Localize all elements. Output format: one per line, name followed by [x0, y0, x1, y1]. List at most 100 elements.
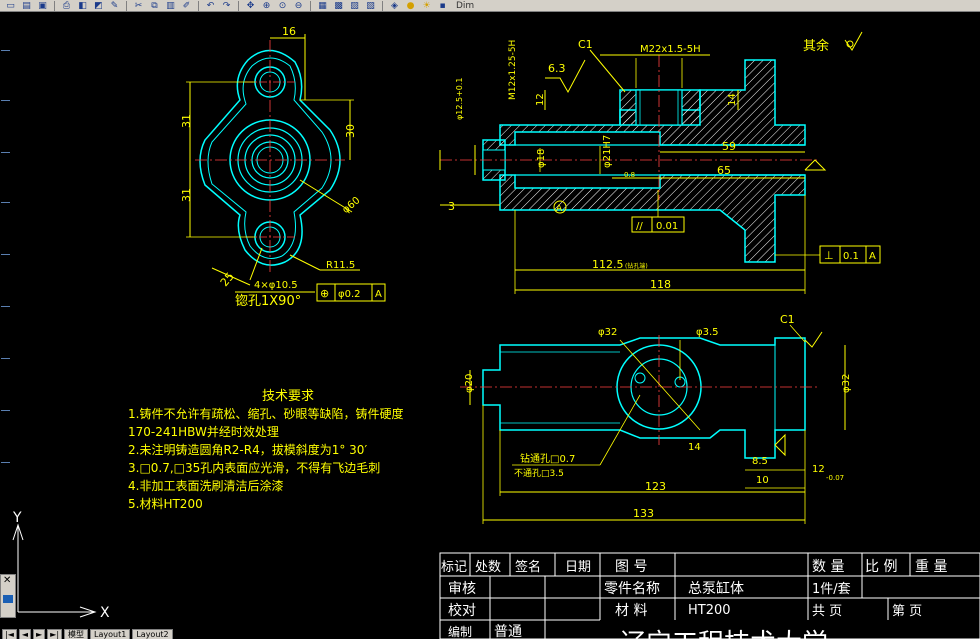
small-hole-2: [634, 372, 646, 384]
dim-123: 123: [645, 480, 666, 493]
open-icon[interactable]: ▤: [20, 1, 33, 11]
dim-holes: 4×φ10.5: [254, 280, 298, 291]
dim-8-5: 8.5: [752, 456, 768, 467]
dim-r11: R11.5: [326, 260, 355, 271]
tech-line-1: 1.铸件不允许有疏松、缩孔、砂眼等缺陷，铸件硬度: [128, 406, 403, 421]
dim-phi18: φ18: [536, 149, 547, 168]
tb-shenhe: 审核: [448, 581, 476, 597]
top-view-outline: [482, 337, 806, 459]
tb-qianming: 签名: [515, 559, 541, 575]
tab-nav-next[interactable]: ►: [33, 629, 46, 639]
dim-65: 65: [717, 164, 731, 177]
roughness-6-3: 6.3: [548, 62, 566, 75]
tech-line-5: 4.非加工表面洗刷清洁后涂漆: [128, 478, 283, 493]
fcf-tolerance: φ0.2: [338, 289, 361, 300]
parallel-symbol: //: [636, 221, 643, 232]
dim-25: 25: [218, 270, 237, 289]
standard-toolbar: ▭ ▤ ▣ ⎙ ◧ ◩ ✎ ✂ ⧉ ▥ ✐ ↶ ↷ ✥ ⊕ ⊙ ⊖ ▦ ▩ ▨ …: [0, 0, 980, 12]
tab-model[interactable]: 模型: [64, 629, 89, 639]
tab-nav-prev[interactable]: ◄: [18, 629, 32, 639]
roughness-symbol: [804, 159, 827, 171]
design-center-icon[interactable]: ▩: [332, 1, 345, 11]
palette-icon[interactable]: [3, 595, 13, 603]
dim-phi32: φ32: [598, 327, 617, 338]
dim-c1: C1: [578, 38, 593, 51]
blind-note: 不通孔□3.5: [514, 468, 564, 479]
bulb-icon[interactable]: ●: [404, 1, 417, 11]
cut-icon[interactable]: ✂: [132, 1, 145, 11]
tb-part-name-label: 零件名称: [604, 581, 660, 597]
close-icon[interactable]: ✕: [3, 575, 11, 586]
tb-tuhao: 图 号: [615, 559, 647, 575]
tab-layout2[interactable]: Layout2: [132, 629, 173, 639]
dim-112-5: 112.5: [592, 258, 624, 271]
dim-phi3-5: φ3.5: [696, 327, 719, 338]
brush-icon[interactable]: ✐: [180, 1, 193, 11]
preview-icon[interactable]: ◧: [76, 1, 89, 11]
match-icon[interactable]: ✎: [108, 1, 121, 11]
parallel-tol: 0.01: [656, 221, 678, 232]
dim-m22: M22x1.5-5H: [640, 44, 701, 55]
dim-3: 3: [448, 200, 455, 213]
front-view: 16 31 31 30 φ60 R11.5 25 4×φ10.5 锪孔1X90°…: [180, 25, 386, 309]
layout-tabs: |◄ ◄ ► ►| 模型 Layout1 Layout2: [0, 629, 262, 639]
sun-icon[interactable]: ☀: [420, 1, 433, 11]
fcf-datum: A: [375, 289, 382, 300]
tech-title: 技术要求: [262, 389, 314, 404]
tech-line-3: 2.未注明铸造圆角R2-R4，拔模斜度为1° 30′: [128, 442, 367, 457]
other-roughness: 其余: [803, 38, 829, 54]
lock-icon[interactable]: ▪: [436, 1, 449, 11]
tool-palette-panel[interactable]: ✕: [0, 574, 16, 618]
tab-layout1[interactable]: Layout1: [90, 629, 131, 639]
tab-nav-last[interactable]: ►|: [47, 629, 63, 639]
tech-line-6: 5.材料HT200: [128, 497, 203, 511]
calculator-icon[interactable]: ▧: [364, 1, 377, 11]
tb-quantity: 1件/套: [812, 581, 851, 597]
print-icon[interactable]: ⎙: [60, 1, 73, 11]
zoom-realtime-icon[interactable]: ⊕: [260, 1, 273, 11]
pan-icon[interactable]: ✥: [244, 1, 257, 11]
dim-phi60: φ60: [341, 195, 363, 216]
ucs-x-label: X: [100, 605, 110, 620]
tb-chushu: 处数: [475, 560, 501, 575]
properties-icon[interactable]: ▦: [316, 1, 329, 11]
tb-riqi: 日期: [565, 560, 591, 575]
drawing-canvas[interactable]: 16 31 31 30 φ60 R11.5 25 4×φ10.5 锪孔1X90°…: [0, 12, 980, 639]
leader: [789, 324, 806, 343]
ucs-icon: Y X: [12, 510, 110, 620]
toolbar-separator: [310, 0, 311, 11]
dim-phi21: φ21H7: [602, 135, 613, 168]
dim-12-tol: -0.07: [826, 474, 844, 482]
perp-symbol: ⊥: [824, 249, 834, 262]
layer-name[interactable]: Dim: [456, 1, 474, 11]
leader: [589, 49, 626, 93]
tech-line-4: 3.□0.7,□35孔内表面应光滑，不得有飞边毛刺: [128, 460, 380, 475]
tb-bianzhi: 编制: [448, 624, 472, 639]
undo-icon[interactable]: ↶: [204, 1, 217, 11]
tb-school: 辽宁工程技术大学: [620, 629, 828, 639]
dim-14-top: 14: [688, 442, 701, 453]
toolbar-separator: [54, 0, 55, 11]
new-icon[interactable]: ▭: [4, 1, 17, 11]
redo-icon[interactable]: ↷: [220, 1, 233, 11]
ucs-y-label: Y: [12, 510, 22, 526]
tab-nav-first[interactable]: |◄: [2, 629, 17, 639]
save-icon[interactable]: ▣: [36, 1, 49, 11]
technical-requirements: 技术要求 1.铸件不允许有疏松、缩孔、砂眼等缺陷，铸件硬度 170-241HBW…: [128, 389, 403, 511]
zoom-previous-icon[interactable]: ⊖: [292, 1, 305, 11]
fcf-symbol: ⊕: [320, 287, 329, 300]
paste-icon[interactable]: ▥: [164, 1, 177, 11]
toolbar-separator: [198, 0, 199, 11]
dim-c1-top: C1: [780, 313, 795, 326]
layer-manager-icon[interactable]: ◈: [388, 1, 401, 11]
tool-palettes-icon[interactable]: ▨: [348, 1, 361, 11]
title-block-text: 标记 处数 签名 日期 图 号 数 量 比 例 重 量 审核 零件名称 总泵缸体…: [441, 559, 947, 639]
top-view: φ32 φ3.5 C1 φ20 φ32 14 8.5 10 12 -0.07 1…: [460, 313, 852, 524]
tb-total-pages: 共 页: [812, 604, 842, 619]
publish-icon[interactable]: ◩: [92, 1, 105, 11]
zoom-window-icon[interactable]: ⊙: [276, 1, 289, 11]
roughness-symbol: [804, 331, 823, 348]
dim-12: 12: [535, 93, 546, 106]
copy-icon[interactable]: ⧉: [148, 1, 161, 11]
front-flange-inner: [207, 57, 332, 259]
